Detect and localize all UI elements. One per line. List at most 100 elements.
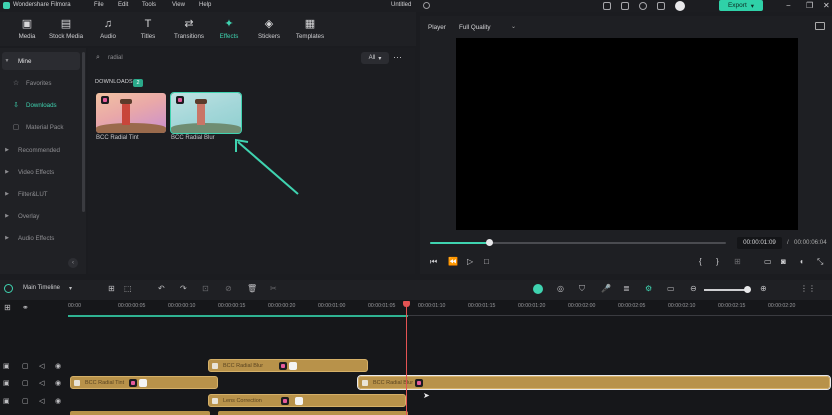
split-icon[interactable]: ✂	[270, 284, 277, 293]
menu-tools[interactable]: Tools	[142, 2, 156, 8]
timeline-label[interactable]: Main Timeline	[23, 285, 60, 291]
tab-stock-media[interactable]: ▤ Stock Media	[42, 14, 90, 46]
snap-toggle-icon[interactable]	[533, 284, 543, 294]
volume-icon[interactable]: ◖	[799, 257, 804, 266]
link-tracks-icon[interactable]: ⚭	[22, 303, 29, 312]
scrubber-handle[interactable]	[486, 239, 493, 246]
folder-icon[interactable]: ▢	[22, 397, 29, 405]
select-tool-icon[interactable]: ⬚	[124, 284, 132, 293]
ai-tool-icon[interactable]: ⚙	[645, 284, 652, 293]
layout-icon[interactable]: ⋮⋮	[800, 284, 816, 293]
collapse-sidebar-icon[interactable]: ‹	[68, 258, 78, 268]
grid-icon[interactable]: ⊞	[108, 284, 115, 293]
image-icon[interactable]	[815, 22, 825, 30]
fullscreen-icon[interactable]: ⤡	[817, 257, 823, 267]
render-icon[interactable]: ◎	[557, 284, 564, 293]
tab-templates[interactable]: ▦ Templates	[286, 14, 334, 46]
sidebar-item-recommended[interactable]: ▶ Recommended	[2, 141, 80, 159]
folder-icon[interactable]: ▢	[22, 379, 29, 387]
effect-thumb-radial-tint[interactable]	[96, 93, 166, 133]
mark-out-icon[interactable]: }	[716, 257, 719, 266]
eye-icon[interactable]: ◉	[55, 362, 61, 370]
speaker-icon[interactable]: ◁	[39, 379, 44, 387]
step-back-icon[interactable]: ⏮	[430, 257, 437, 267]
eye-icon[interactable]: ◉	[55, 397, 61, 405]
menu-help[interactable]: Help	[199, 2, 211, 8]
effect-thumb-radial-blur[interactable]	[170, 92, 242, 134]
avatar[interactable]	[675, 1, 685, 11]
timeline-clip-partial[interactable]	[70, 411, 210, 415]
audio-track-icon[interactable]: ≣	[623, 284, 630, 293]
crop-icon[interactable]: ⊞	[734, 257, 741, 266]
chevron-down-icon[interactable]: ▾	[69, 285, 72, 292]
sidebar-item-favorites[interactable]: ☆ Favorites	[2, 74, 80, 92]
notification-icon[interactable]	[657, 2, 665, 10]
close-icon[interactable]: ✕	[823, 1, 830, 10]
zoom-out-icon[interactable]: ⊖	[690, 284, 697, 293]
microphone-icon[interactable]: 🎤	[601, 284, 611, 293]
text-icon: T	[144, 18, 152, 30]
menu-file[interactable]: File	[94, 2, 104, 8]
thumb-hill	[96, 123, 166, 133]
add-track-icon[interactable]: ⊞	[4, 303, 11, 312]
minimize-icon[interactable]: −	[786, 1, 791, 10]
playhead[interactable]	[406, 302, 407, 415]
sidebar-item-audio-effects[interactable]: ▶ Audio Effects	[2, 229, 80, 247]
play-icon[interactable]: ▷	[467, 257, 473, 266]
playhead-handle[interactable]	[403, 301, 410, 307]
shield-icon[interactable]: ⛉	[579, 284, 585, 294]
zoom-slider[interactable]	[704, 289, 748, 291]
eye-icon[interactable]: ◉	[55, 379, 61, 387]
home-icon[interactable]	[4, 284, 13, 293]
sidebar-item-video-effects[interactable]: ▶ Video Effects	[2, 163, 80, 181]
redo-icon[interactable]: ↷	[180, 284, 187, 293]
filter-dropdown[interactable]: All ▾	[361, 52, 389, 64]
zoom-in-icon[interactable]: ⊕	[760, 284, 767, 293]
zoom-slider-handle[interactable]	[744, 286, 751, 293]
headset-icon[interactable]	[639, 2, 647, 10]
sidebar-item-overlay[interactable]: ▶ Overlay	[2, 207, 80, 225]
premium-badge-icon	[279, 362, 287, 370]
clip-label: Lens Correction	[223, 398, 262, 404]
export-button[interactable]: Export ▾	[719, 0, 763, 11]
speaker-icon[interactable]: ◁	[39, 397, 44, 405]
frame-back-icon[interactable]: ⏪	[448, 257, 458, 266]
premium-badge-icon	[101, 96, 109, 104]
mark-in-icon[interactable]: {	[699, 257, 702, 266]
undo-icon[interactable]: ↶	[158, 284, 165, 293]
sidebar-item-filter-lut[interactable]: ▶ Filter&LUT	[2, 185, 80, 203]
menu-view[interactable]: View	[172, 2, 185, 8]
ruler-tick-label: 00:00:01:20	[518, 303, 546, 309]
quality-dropdown[interactable]: Full Quality	[459, 24, 491, 31]
timeline-clip[interactable]: BCC Radial Tint	[70, 376, 218, 389]
chevron-down-icon[interactable]: ⌄	[511, 23, 516, 30]
link-icon[interactable]: ⊘	[225, 284, 232, 293]
sidebar-item-material-pack[interactable]: ▢ Material Pack	[2, 118, 80, 136]
monitor-icon[interactable]	[603, 2, 611, 10]
sidebar-item-downloads[interactable]: ⇩ Downloads	[2, 96, 80, 114]
current-time[interactable]: 00:00:01:09	[737, 237, 782, 249]
timeline-clip[interactable]: Lens Correction	[208, 394, 406, 407]
restore-icon[interactable]: ❐	[806, 1, 813, 10]
folder-icon[interactable]: ▢	[22, 362, 29, 370]
timeline-clip-selected[interactable]: BCC Radial Blur	[357, 375, 831, 390]
delete-icon[interactable]: 🗑	[247, 284, 257, 293]
sidebar-item-mine[interactable]: ▼ Mine	[2, 52, 80, 70]
timeline-clip-partial[interactable]	[218, 411, 408, 415]
ruler-tick-label: 00:00	[68, 303, 81, 309]
crop-tool-icon[interactable]: ⊡	[202, 284, 209, 293]
sidebar-scrollbar[interactable]	[82, 52, 85, 212]
screen-icon[interactable]: ▭	[667, 284, 675, 293]
mouse-cursor-icon: ➤	[423, 391, 430, 400]
menu-edit[interactable]: Edit	[118, 2, 128, 8]
more-options-icon[interactable]: ···	[393, 52, 402, 62]
camera-icon[interactable]: ◙	[781, 257, 786, 266]
effect-clip-icon	[74, 380, 80, 386]
speaker-icon[interactable]: ◁	[39, 362, 44, 370]
stop-icon[interactable]: □	[484, 257, 489, 266]
timeline-clip[interactable]: BCC Radial Blur	[208, 359, 368, 372]
save-icon[interactable]	[621, 2, 629, 10]
media-icon: ▣	[21, 18, 33, 30]
search-input[interactable]: ⌕ radial	[94, 52, 364, 65]
display-icon[interactable]: ▭	[764, 257, 772, 266]
